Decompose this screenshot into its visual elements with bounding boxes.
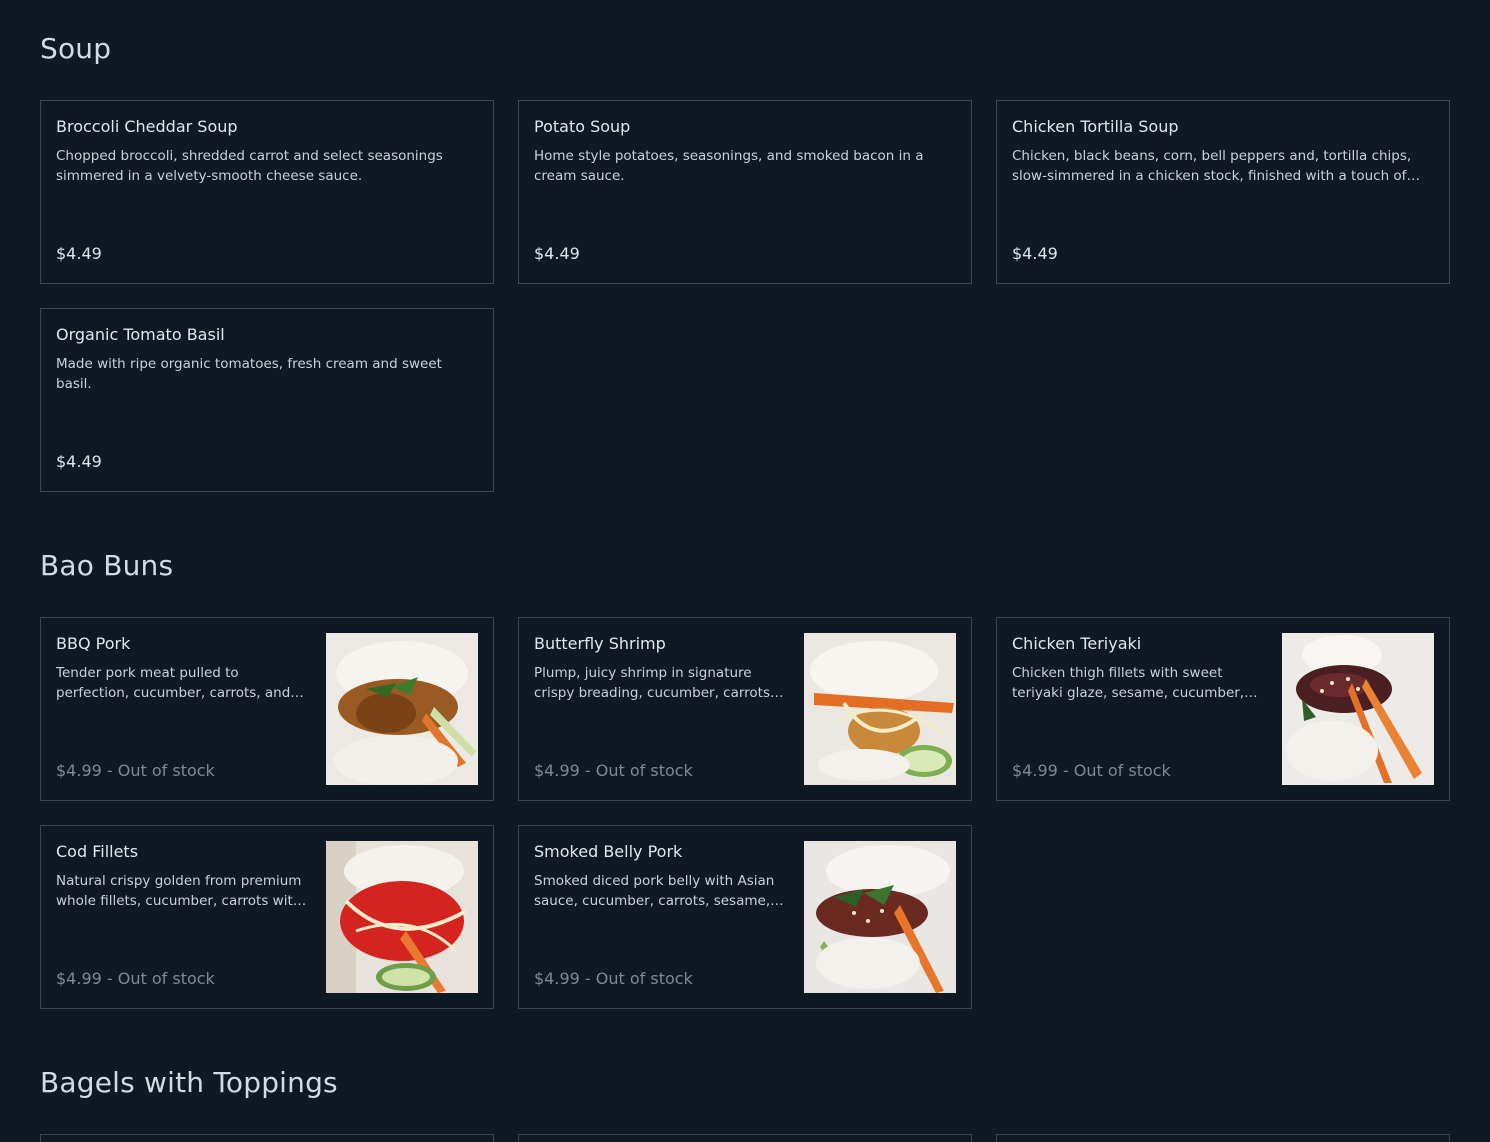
menu-item-smoked-belly-pork[interactable]: Smoked Belly Pork Smoked diced pork bell… xyxy=(518,825,972,1009)
item-description: Plump, juicy shrimp in signature crispy … xyxy=(534,665,770,701)
menu-item-chicken-tortilla-soup[interactable]: Chicken Tortilla Soup Chicken, black bea… xyxy=(996,100,1450,284)
menu-item-butterfly-shrimp[interactable]: Butterfly Shrimp Plump, juicy shrimp in … xyxy=(518,617,972,801)
bao-bun-smoked-belly-pork-photo xyxy=(804,841,956,993)
item-price: $4.49 xyxy=(56,452,102,471)
item-description: Home style potatoes, seasonings, and smo… xyxy=(534,148,924,184)
item-price: $4.49 xyxy=(534,244,580,263)
item-price: $4.49 xyxy=(56,244,102,263)
item-price: $4.99 - Out of stock xyxy=(534,969,693,988)
item-description: Natural crispy golden from premium whole… xyxy=(56,873,302,909)
menu-item-card-partial[interactable] xyxy=(40,1134,494,1142)
section-title-soup: Soup xyxy=(40,32,112,65)
item-price: $4.99 - Out of stock xyxy=(56,969,215,988)
section-title-bagels-with-toppings: Bagels with Toppings xyxy=(40,1066,338,1099)
item-price: $4.49 xyxy=(1012,244,1058,263)
bao-bun-cod-fillets-photo xyxy=(326,841,478,993)
item-description: Chopped broccoli, shredded carrot and se… xyxy=(56,148,443,184)
item-description: Chicken, black beans, corn, bell peppers… xyxy=(1012,148,1412,184)
item-description: Chicken thigh fillets with sweet teriyak… xyxy=(1012,665,1245,701)
item-name: Organic Tomato Basil xyxy=(56,325,225,344)
menu-item-bbq-pork[interactable]: BBQ Pork Tender pork meat pulled to perf… xyxy=(40,617,494,801)
item-description: Tender pork meat pulled to perfection, c… xyxy=(56,665,291,701)
item-name: Chicken Teriyaki xyxy=(1012,634,1142,653)
item-name: Chicken Tortilla Soup xyxy=(1012,117,1179,136)
item-name: Cod Fillets xyxy=(56,842,139,861)
item-price: $4.99 - Out of stock xyxy=(534,761,693,780)
item-name: BBQ Pork xyxy=(56,634,131,653)
bao-bun-bbq-pork-photo xyxy=(326,633,478,785)
item-description: Made with ripe organic tomatoes, fresh c… xyxy=(56,356,442,392)
bao-bun-chicken-teriyaki-photo xyxy=(1282,633,1434,785)
item-name: Smoked Belly Pork xyxy=(534,842,683,861)
item-description: Smoked diced pork belly with Asian sauce… xyxy=(534,873,775,909)
menu-item-card-partial[interactable] xyxy=(996,1134,1450,1142)
bao-bun-butterfly-shrimp-photo xyxy=(804,633,956,785)
item-price: $4.99 - Out of stock xyxy=(1012,761,1171,780)
menu-item-potato-soup[interactable]: Potato Soup Home style potatoes, seasoni… xyxy=(518,100,972,284)
menu-page: Soup Broccoli Cheddar Soup Chopped brocc… xyxy=(0,0,1490,1142)
menu-item-cod-fillets[interactable]: Cod Fillets Natural crispy golden from p… xyxy=(40,825,494,1009)
menu-item-chicken-teriyaki[interactable]: Chicken Teriyaki Chicken thigh fillets w… xyxy=(996,617,1450,801)
item-name: Potato Soup xyxy=(534,117,631,136)
item-price: $4.99 - Out of stock xyxy=(56,761,215,780)
item-name: Broccoli Cheddar Soup xyxy=(56,117,238,136)
item-name: Butterfly Shrimp xyxy=(534,634,666,653)
section-title-bao-buns: Bao Buns xyxy=(40,549,174,582)
menu-item-card-partial[interactable] xyxy=(518,1134,972,1142)
menu-item-organic-tomato-basil[interactable]: Organic Tomato Basil Made with ripe orga… xyxy=(40,308,494,492)
menu-item-broccoli-cheddar-soup[interactable]: Broccoli Cheddar Soup Chopped broccoli, … xyxy=(40,100,494,284)
